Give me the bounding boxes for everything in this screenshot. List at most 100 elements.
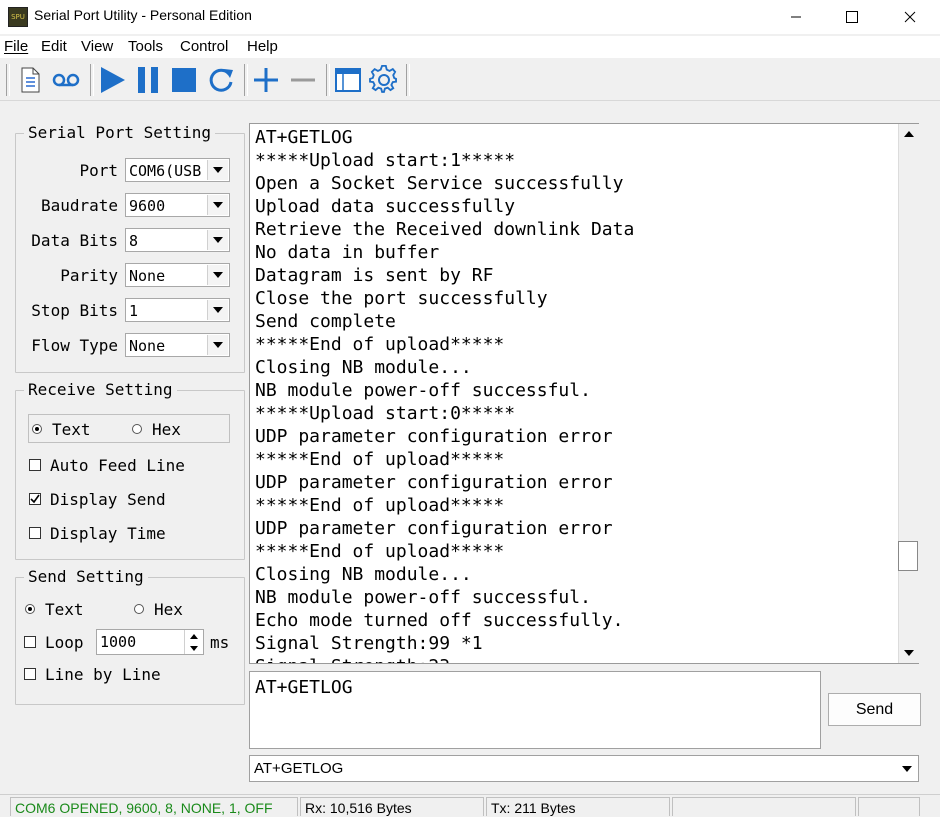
chevron-down-icon <box>207 300 228 320</box>
parity-value: None <box>129 267 166 285</box>
toolbar-grip <box>6 64 10 96</box>
chevron-down-icon <box>898 759 916 778</box>
receive-line: Retrieve the Received downlink Data <box>255 219 635 240</box>
receive-line: Closing NB module... <box>255 564 472 585</box>
databits-select[interactable]: 8 <box>125 228 230 252</box>
loop-interval-stepper[interactable]: 1000 <box>96 629 204 655</box>
close-icon <box>904 11 916 23</box>
toolbar-separator <box>326 64 330 96</box>
scrollbar-thumb[interactable] <box>898 541 918 571</box>
stepper-down-icon[interactable] <box>184 642 203 654</box>
receive-line: *****Upload start:0***** <box>255 403 516 424</box>
receive-text-area[interactable]: AT+GETLOG *****Upload start:1***** Open a … <box>249 123 919 664</box>
send-text-value: AT+GETLOG <box>255 677 353 698</box>
receive-line: Signal Strength:23 <box>255 655 895 663</box>
stop-icon <box>172 68 196 92</box>
remove-button[interactable] <box>287 64 319 96</box>
receive-hex-radio[interactable] <box>132 424 142 434</box>
flowtype-select[interactable]: None <box>125 333 230 357</box>
refresh-icon <box>209 68 233 92</box>
receive-hex-label[interactable]: Hex <box>152 420 181 439</box>
window-title: Serial Port Utility - Personal Edition <box>34 7 252 23</box>
send-text-label[interactable]: Text <box>45 600 84 619</box>
record-button[interactable] <box>50 64 82 96</box>
receive-line: UDP parameter configuration error <box>255 426 613 447</box>
minimize-button[interactable] <box>768 0 824 34</box>
receive-text-radio[interactable] <box>32 424 42 434</box>
databits-label: Data Bits <box>31 231 118 250</box>
menu-help[interactable]: Help <box>247 38 278 55</box>
send-text-input[interactable]: AT+GETLOG <box>249 671 821 749</box>
flowtype-value: None <box>129 337 166 355</box>
menu-file[interactable]: File <box>4 38 28 55</box>
refresh-button[interactable] <box>205 64 237 96</box>
send-hex-radio[interactable] <box>134 604 144 614</box>
settings-button[interactable] <box>368 64 400 96</box>
status-tx: Tx: 211 Bytes <box>486 797 670 816</box>
chevron-down-icon <box>207 265 228 285</box>
receive-line: *****End of upload***** <box>255 334 505 355</box>
auto-feed-line-label[interactable]: Auto Feed Line <box>50 456 185 475</box>
maximize-icon <box>846 11 858 23</box>
auto-feed-line-checkbox[interactable] <box>29 459 41 471</box>
status-rx: Rx: 10,516 Bytes <box>300 797 484 816</box>
stepper-up-icon[interactable] <box>184 630 203 642</box>
port-select[interactable]: COM6(USB <box>125 158 230 182</box>
receive-line: No data in buffer <box>255 242 440 263</box>
parity-select[interactable]: None <box>125 263 230 287</box>
receive-line: Closing NB module... <box>255 357 472 378</box>
baudrate-value: 9600 <box>129 197 166 215</box>
status-port: COM6 OPENED, 9600, 8, NONE, 1, OFF <box>10 797 298 816</box>
stop-button[interactable] <box>168 64 200 96</box>
receive-line: Echo mode turned off successfully. <box>255 610 624 631</box>
receive-setting-title: Receive Setting <box>24 380 177 399</box>
receive-text-label[interactable]: Text <box>52 420 91 439</box>
send-history-select[interactable]: AT+GETLOG <box>249 755 919 782</box>
menu-tools[interactable]: Tools <box>128 38 163 55</box>
menu-control[interactable]: Control <box>180 38 228 55</box>
loop-checkbox[interactable] <box>24 636 36 648</box>
receive-line: UDP parameter configuration error <box>255 518 613 539</box>
receive-lines: AT+GETLOG *****Upload start:1***** Open a … <box>255 126 895 663</box>
loop-unit-label: ms <box>210 633 230 652</box>
send-text-radio[interactable] <box>25 604 35 614</box>
scroll-up-icon[interactable] <box>899 124 919 144</box>
display-send-checkbox[interactable] <box>29 493 41 505</box>
chevron-down-icon <box>207 160 228 180</box>
maximize-button[interactable] <box>824 0 880 34</box>
status-empty-1 <box>672 797 856 816</box>
send-button[interactable]: Send <box>828 693 921 726</box>
port-value: COM6(USB <box>129 162 202 180</box>
pause-button[interactable] <box>132 64 164 96</box>
receive-line: UDP parameter configuration error <box>255 472 613 493</box>
record-icon <box>52 73 80 87</box>
display-send-label[interactable]: Display Send <box>50 490 166 509</box>
scroll-down-icon[interactable] <box>899 643 919 663</box>
menu-view[interactable]: View <box>81 38 113 55</box>
line-by-line-checkbox[interactable] <box>24 668 36 680</box>
send-hex-label[interactable]: Hex <box>154 600 183 619</box>
receive-line: Send complete <box>255 311 396 332</box>
close-button[interactable] <box>882 0 938 34</box>
receive-line: *****End of upload***** <box>255 541 505 562</box>
window-button[interactable] <box>332 64 364 96</box>
stopbits-select[interactable]: 1 <box>125 298 230 322</box>
window-icon <box>335 68 361 92</box>
line-by-line-label[interactable]: Line by Line <box>45 665 161 684</box>
add-button[interactable] <box>250 64 282 96</box>
display-time-label[interactable]: Display Time <box>50 524 166 543</box>
receive-line: *****End of upload***** <box>255 495 505 516</box>
toolbar-separator <box>244 64 248 96</box>
menu-edit[interactable]: Edit <box>41 38 67 55</box>
stopbits-value: 1 <box>129 302 139 320</box>
receive-line: Upload data successfully <box>255 196 516 217</box>
loop-label[interactable]: Loop <box>45 633 84 652</box>
receive-line: Datagram is sent by RF <box>255 265 494 286</box>
baudrate-select[interactable]: 9600 <box>125 193 230 217</box>
play-button[interactable] <box>96 64 128 96</box>
receive-line: Signal Strength:99 *1 <box>255 633 483 654</box>
display-time-checkbox[interactable] <box>29 527 41 539</box>
receive-scrollbar[interactable] <box>898 124 919 663</box>
new-document-button[interactable] <box>14 64 46 96</box>
remove-icon <box>291 78 315 82</box>
